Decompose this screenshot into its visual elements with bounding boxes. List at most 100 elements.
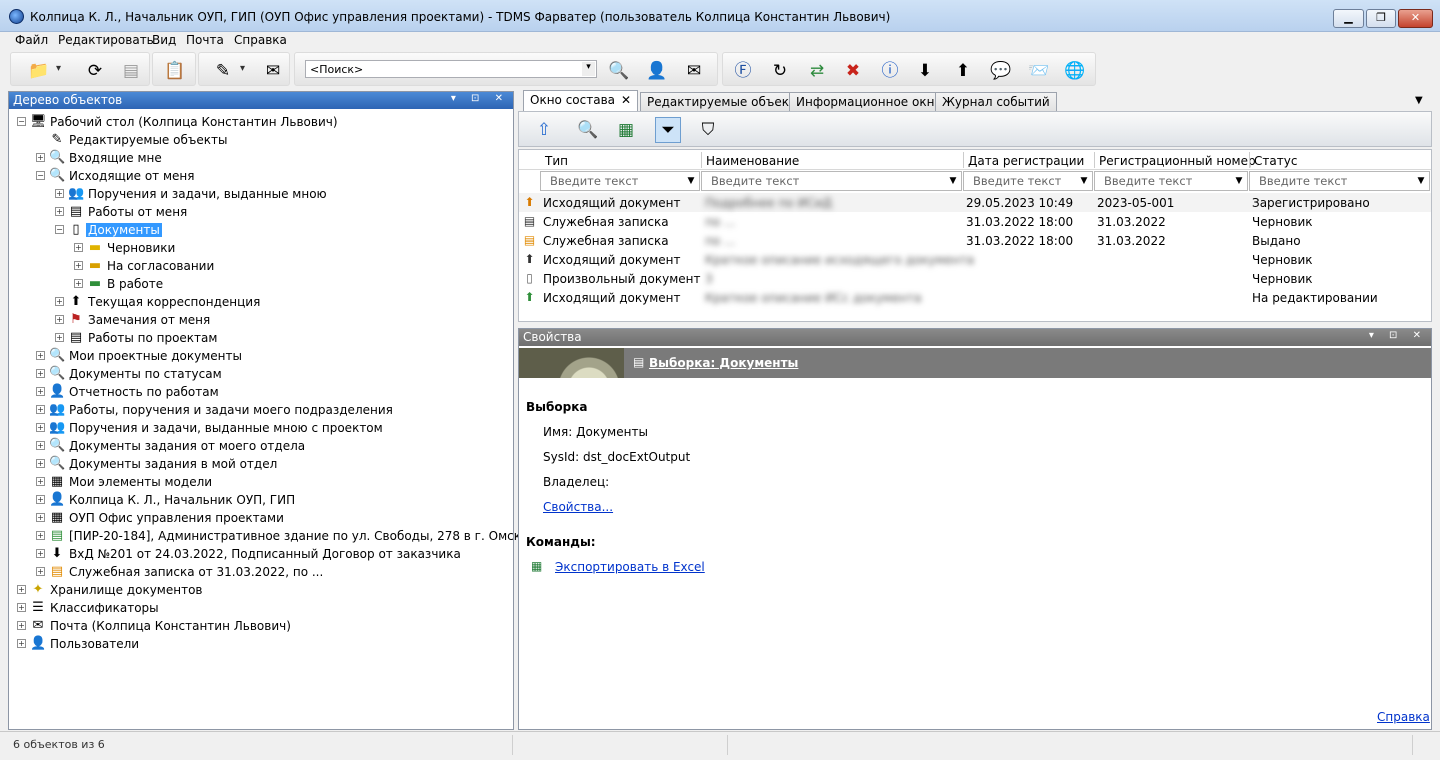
expand-icon[interactable]: +	[36, 405, 45, 414]
expand-icon[interactable]: +	[55, 189, 64, 198]
col-reg-number[interactable]: Регистрационный номер	[1099, 154, 1256, 168]
send-mail-icon[interactable]: ✉	[261, 59, 285, 83]
info-icon[interactable]: ⓘ	[878, 59, 902, 83]
expand-icon[interactable]: +	[17, 639, 26, 648]
delete-object-icon[interactable]: ✖	[841, 59, 865, 83]
selection-link[interactable]: Выборка: Документы	[649, 356, 798, 370]
mail-inbox-icon[interactable]: 📨	[1027, 59, 1051, 83]
filter-type-dropdown-icon[interactable]: ▼	[684, 173, 698, 189]
filter-icon[interactable]: ⏷	[655, 117, 681, 143]
cell-name: 3	[705, 272, 713, 286]
globe-icon[interactable]: 🌐	[1063, 59, 1087, 83]
export-excel-icon[interactable]: ▦	[613, 117, 639, 143]
tab-info-window[interactable]: Информационное окно	[789, 92, 949, 111]
close-window-button[interactable]: ✕	[1398, 9, 1433, 28]
search-folder-icon[interactable]: 🔍	[607, 59, 631, 83]
minimize-button[interactable]: ▁	[1333, 9, 1364, 28]
checkin-icon[interactable]: ⬇	[913, 59, 937, 83]
expand-icon[interactable]: +	[17, 585, 26, 594]
menu-help[interactable]: Справка	[234, 33, 287, 47]
search-user-icon[interactable]: 👤	[645, 59, 669, 83]
filter-name-dropdown-icon[interactable]: ▼	[946, 173, 960, 189]
filter-reg-number[interactable]: Введите текст ▼	[1094, 171, 1248, 191]
go-up-icon[interactable]: ⇧	[531, 117, 557, 143]
filter-status[interactable]: Введите текст ▼	[1249, 171, 1430, 191]
expand-icon[interactable]: +	[74, 243, 83, 252]
table-row[interactable]: ⬆ Исходящий документ Подробнее по ИСиД 29.0…	[519, 193, 1431, 212]
filter-reg-dropdown-icon[interactable]: ▼	[1232, 173, 1246, 189]
expand-icon[interactable]: +	[36, 387, 45, 396]
expand-icon[interactable]: +	[55, 297, 64, 306]
new-object-icon[interactable]: 📁	[27, 59, 61, 83]
expand-icon[interactable]: +	[17, 603, 26, 612]
expand-icon[interactable]: +	[36, 531, 45, 540]
expand-icon[interactable]: +	[36, 441, 45, 450]
copy-clipboard-icon[interactable]: 📋	[163, 59, 187, 83]
expand-icon[interactable]: +	[74, 261, 83, 270]
expand-icon[interactable]: +	[55, 315, 64, 324]
export-excel-link[interactable]: Экспортировать в Excel	[555, 560, 705, 574]
tab-event-log[interactable]: Журнал событий	[935, 92, 1057, 111]
menu-view[interactable]: Вид	[152, 33, 176, 47]
search-dropdown-icon[interactable]: ▾	[582, 62, 595, 76]
filter-settings-icon[interactable]: ⛉	[695, 117, 721, 143]
col-status[interactable]: Статус	[1254, 154, 1297, 168]
title-bar: Колпица К. Л., Начальник ОУП, ГИП (ОУП О…	[0, 0, 1440, 32]
expand-icon[interactable]: +	[36, 351, 45, 360]
expand-icon[interactable]: +	[36, 369, 45, 378]
table-row[interactable]: ▯ Произвольный документ 3 Черновик	[519, 269, 1431, 288]
filter-date-dropdown-icon[interactable]: ▼	[1077, 173, 1091, 189]
expand-icon[interactable]: +	[36, 153, 45, 162]
menu-edit[interactable]: Редактировать	[58, 33, 154, 47]
expand-icon[interactable]: +	[74, 279, 83, 288]
find-in-list-icon[interactable]: 🔍	[575, 117, 601, 143]
refresh-icon[interactable]: ⟳	[83, 59, 107, 83]
edit-pen-icon[interactable]: ✎	[211, 59, 245, 83]
tab-edited-objects[interactable]: Редактируемые объекты	[640, 92, 813, 111]
col-name[interactable]: Наименование	[706, 154, 799, 168]
collapse-icon[interactable]: −	[17, 117, 26, 126]
filter-status-dropdown-icon[interactable]: ▼	[1414, 173, 1428, 189]
expand-icon[interactable]: +	[36, 567, 45, 576]
expand-icon[interactable]: +	[36, 495, 45, 504]
expand-icon[interactable]: +	[36, 423, 45, 432]
table-row[interactable]: ⬆ Исходящий документ Краткое описание ИСс …	[519, 288, 1431, 307]
expand-icon[interactable]: +	[36, 459, 45, 468]
expand-icon[interactable]: +	[55, 333, 64, 342]
filter-reg-date[interactable]: Введите текст ▼	[963, 171, 1093, 191]
maximize-button[interactable]: ❐	[1366, 9, 1396, 28]
table-row[interactable]: ⬆ Исходящий документ Краткое описание исхо…	[519, 250, 1431, 269]
sync-users-icon[interactable]: ⇄	[805, 59, 829, 83]
tab-close-icon[interactable]: ✕	[621, 93, 631, 107]
menu-file[interactable]: Файл	[15, 33, 48, 47]
search-input[interactable]: <Поиск> ▾	[305, 60, 597, 78]
pane-controls[interactable]: ▾ ⊡ ✕	[451, 93, 509, 104]
filter-type[interactable]: Введите текст ▼	[540, 171, 700, 191]
expand-icon[interactable]: +	[55, 207, 64, 216]
comment-icon[interactable]: 💬	[989, 59, 1013, 83]
reload-icon[interactable]: ↻	[768, 59, 792, 83]
farvater-icon[interactable]: Ⓕ	[731, 59, 755, 83]
expand-icon[interactable]: +	[36, 477, 45, 486]
tab-composition[interactable]: Окно состава ✕	[523, 90, 639, 111]
collapse-icon[interactable]: −	[55, 225, 64, 234]
col-reg-date[interactable]: Дата регистрации	[968, 154, 1084, 168]
section-commands: Команды:	[526, 535, 596, 549]
help-link[interactable]: Справка	[1377, 710, 1430, 724]
properties-pane-controls[interactable]: ▾ ⊡ ✕	[1369, 330, 1427, 341]
search-mail-icon[interactable]: ✉	[682, 59, 706, 83]
collapse-icon[interactable]: −	[36, 171, 45, 180]
table-row[interactable]: ▤ Служебная записка по ... 31.03.2022 18:00…	[519, 231, 1431, 250]
filter-name[interactable]: Введите текст ▼	[701, 171, 962, 191]
expand-icon[interactable]: +	[17, 621, 26, 630]
table-row[interactable]: ▤ Служебная записка по ... 31.03.2022 18:00…	[519, 212, 1431, 231]
expand-icon[interactable]: +	[36, 549, 45, 558]
menu-mail[interactable]: Почта	[186, 33, 224, 47]
properties-link[interactable]: Свойства...	[543, 500, 613, 514]
tabs-dropdown-icon[interactable]: ▼	[1415, 95, 1423, 106]
checkout-icon[interactable]: ⬆	[951, 59, 975, 83]
col-type[interactable]: Тип	[545, 154, 568, 168]
view-card-icon[interactable]: ▤	[119, 59, 143, 83]
expand-icon[interactable]: +	[36, 513, 45, 522]
tree-item-label: Документы	[86, 223, 162, 237]
